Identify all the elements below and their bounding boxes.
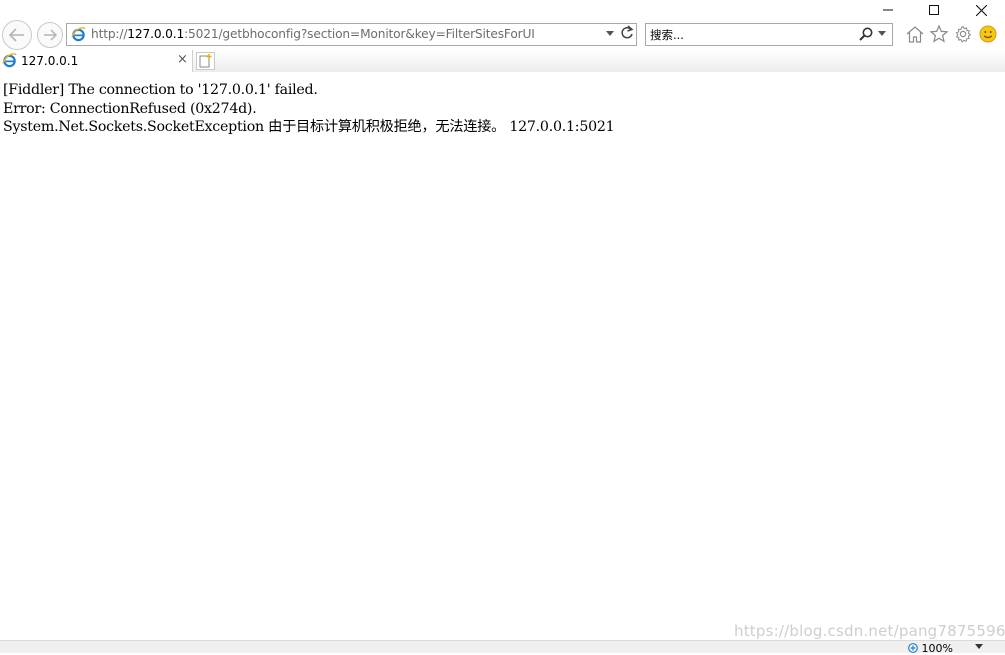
status-bar: 100% bbox=[0, 640, 1005, 655]
search-button[interactable] bbox=[858, 26, 874, 42]
close-icon bbox=[975, 4, 987, 16]
tab-close-button[interactable]: × bbox=[177, 52, 188, 67]
address-url[interactable]: http://127.0.0.1:5021/getbhoconfig?secti… bbox=[91, 27, 535, 41]
url-host: 127.0.0.1 bbox=[127, 27, 185, 41]
error-line-connection-refused: Error: ConnectionRefused (0x274d). bbox=[3, 100, 257, 117]
zoom-control[interactable]: 100% bbox=[908, 642, 953, 655]
maximize-icon bbox=[929, 5, 939, 15]
navigation-bar: http://127.0.0.1:5021/getbhoconfig?secti… bbox=[0, 18, 1005, 50]
ie-logo-icon bbox=[2, 53, 17, 68]
title-bar bbox=[0, 0, 1005, 20]
maximize-button[interactable] bbox=[911, 0, 957, 20]
address-bar[interactable]: http://127.0.0.1:5021/getbhoconfig?secti… bbox=[66, 23, 637, 46]
search-icon bbox=[859, 27, 873, 41]
new-tab-icon bbox=[199, 54, 212, 68]
tools-button[interactable] bbox=[953, 24, 973, 44]
watermark-text: https://blog.csdn.net/pang787559613 bbox=[734, 622, 1005, 640]
error-line-connection-failed: [Fiddler] The connection to '127.0.0.1' … bbox=[3, 82, 318, 98]
tab-127-0-0-1[interactable]: 127.0.0.1 × bbox=[0, 50, 193, 72]
zoom-level: 100% bbox=[921, 642, 953, 655]
close-window-button[interactable] bbox=[958, 0, 1004, 20]
forward-button[interactable] bbox=[37, 22, 63, 48]
address-dropdown-button[interactable] bbox=[606, 29, 614, 39]
back-button[interactable] bbox=[2, 20, 32, 50]
minimize-icon bbox=[883, 9, 893, 11]
url-prefix: http:// bbox=[91, 27, 128, 41]
favorites-star-icon bbox=[930, 25, 948, 43]
gear-icon bbox=[955, 25, 972, 43]
back-icon bbox=[8, 28, 24, 42]
ie-logo-icon bbox=[71, 27, 86, 42]
home-icon bbox=[906, 25, 924, 43]
page-content: [Fiddler] The connection to '127.0.0.1' … bbox=[3, 81, 998, 137]
refresh-icon bbox=[621, 25, 634, 39]
new-tab-button[interactable] bbox=[196, 52, 215, 70]
error-line-socket-exception: System.Net.Sockets.SocketException 由于目标计… bbox=[3, 119, 615, 135]
tab-bar: 127.0.0.1 × bbox=[0, 50, 1005, 72]
minimize-button[interactable] bbox=[865, 0, 911, 20]
search-box[interactable] bbox=[645, 23, 893, 46]
tab-title: 127.0.0.1 bbox=[21, 54, 79, 68]
url-path: :5021/getbhoconfig?section=Monitor&key=F… bbox=[184, 27, 535, 41]
forward-icon bbox=[44, 29, 58, 41]
feedback-button[interactable] bbox=[978, 24, 998, 44]
dropdown-icon bbox=[975, 644, 983, 649]
dropdown-icon bbox=[606, 31, 614, 36]
search-input[interactable] bbox=[650, 26, 850, 43]
zoom-dropdown-button[interactable] bbox=[975, 641, 983, 652]
dropdown-icon bbox=[878, 31, 886, 36]
home-button[interactable] bbox=[905, 24, 925, 44]
refresh-button[interactable] bbox=[620, 25, 634, 45]
search-dropdown-button[interactable] bbox=[878, 29, 886, 39]
favorites-button[interactable] bbox=[929, 24, 949, 44]
smiley-icon bbox=[979, 25, 997, 43]
